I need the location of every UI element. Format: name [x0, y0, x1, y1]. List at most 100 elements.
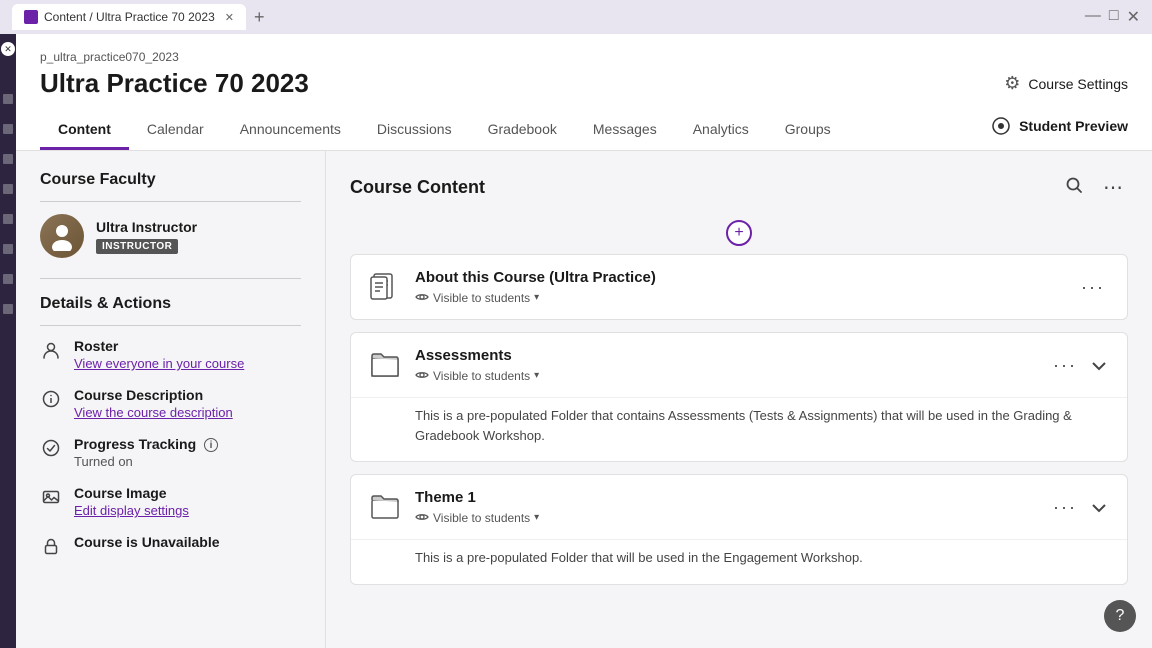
assessments-visibility-text: Visible to students	[433, 369, 530, 383]
theme1-expand-button[interactable]	[1087, 493, 1111, 522]
tab-groups[interactable]: Groups	[767, 111, 849, 150]
check-circle-icon	[40, 437, 62, 459]
content-header: Course Content ⋯	[350, 171, 1128, 204]
browser-window-controls: — □ ✕	[1085, 7, 1140, 27]
eye-icon-about	[415, 290, 429, 305]
browser-chrome: Content / Ultra Practice 70 2023 ✕ + — □…	[0, 0, 1152, 34]
faculty-section-title: Course Faculty	[40, 171, 301, 202]
theme1-item-header: Theme 1 Visible to students ▾	[351, 475, 1127, 539]
content-section-title: Course Content	[350, 177, 485, 198]
divider-1	[40, 278, 301, 279]
help-icon: ?	[1116, 607, 1125, 625]
content-item-about: About this Course (Ultra Practice) Visib…	[350, 254, 1128, 320]
assessments-visibility-caret[interactable]: ▾	[534, 370, 539, 381]
add-content-button[interactable]: +	[726, 220, 752, 246]
student-preview-icon	[991, 116, 1011, 136]
theme1-item-body: This is a pre-populated Folder that will…	[351, 539, 1127, 584]
person-icon	[40, 339, 62, 361]
content-item-theme1: Theme 1 Visible to students ▾	[350, 474, 1128, 585]
folder-icon-theme1	[367, 489, 403, 525]
tab-analytics[interactable]: Analytics	[675, 111, 767, 150]
tab-close-btn[interactable]: ✕	[225, 11, 234, 24]
assessments-item-info: Assessments Visible to students ▾	[415, 347, 1035, 383]
icon-sidebar: ✕	[0, 34, 16, 648]
about-visibility-caret[interactable]: ▾	[534, 292, 539, 303]
more-options-button[interactable]: ⋯	[1099, 171, 1128, 204]
search-button[interactable]	[1061, 172, 1087, 203]
course-id: p_ultra_practice070_2023	[40, 50, 1128, 64]
main-area: p_ultra_practice070_2023 Ultra Practice …	[16, 34, 1152, 648]
doc-icon	[367, 269, 403, 305]
sidebar-close-btn[interactable]: ✕	[1, 42, 15, 56]
browser-maximize[interactable]: □	[1109, 7, 1119, 27]
tab-discussions[interactable]: Discussions	[359, 111, 470, 150]
progress-sub: Turned on	[74, 454, 218, 469]
assessments-visibility-row: Visible to students ▾	[415, 368, 1035, 383]
info-icon	[40, 388, 62, 410]
body-content: Course Faculty Ultra Instructor	[16, 151, 1152, 648]
edit-display-settings-link[interactable]: Edit display settings	[74, 503, 189, 518]
instructor-row: Ultra Instructor INSTRUCTOR	[40, 214, 301, 258]
assessments-expand-button[interactable]	[1087, 351, 1111, 380]
app-wrapper: ✕ p_ultra_practice070_2023 Ultra Practic…	[0, 34, 1152, 648]
description-link[interactable]: View the course description	[74, 405, 233, 420]
tab-calendar[interactable]: Calendar	[129, 111, 222, 150]
roster-link[interactable]: View everyone in your course	[74, 356, 244, 371]
tab-favicon	[24, 10, 38, 24]
about-more-button[interactable]: ···	[1075, 273, 1111, 302]
eye-icon-theme1	[415, 510, 429, 525]
help-button[interactable]: ?	[1104, 600, 1136, 632]
tab-messages[interactable]: Messages	[575, 111, 675, 150]
theme1-visibility-row: Visible to students ▾	[415, 510, 1035, 525]
tab-content[interactable]: Content	[40, 111, 129, 150]
browser-close[interactable]: ✕	[1127, 7, 1140, 27]
search-icon	[1065, 176, 1083, 194]
instructor-badge: INSTRUCTOR	[96, 239, 178, 254]
progress-label: Progress Tracking i	[74, 436, 218, 452]
about-item-info: About this Course (Ultra Practice) Visib…	[415, 269, 1063, 305]
instructor-info: Ultra Instructor INSTRUCTOR	[96, 219, 197, 254]
progress-info-icon[interactable]: i	[204, 438, 218, 452]
assessments-item-body: This is a pre-populated Folder that cont…	[351, 397, 1127, 461]
roster-content: Roster View everyone in your course	[74, 338, 244, 371]
unavailable-content: Course is Unavailable	[74, 534, 220, 550]
assessments-more-button[interactable]: ···	[1047, 351, 1083, 380]
left-panel: Course Faculty Ultra Instructor	[16, 151, 326, 648]
student-preview-label: Student Preview	[1019, 118, 1128, 134]
theme1-visibility-caret[interactable]: ▾	[534, 512, 539, 523]
description-content: Course Description View the course descr…	[74, 387, 233, 420]
folder-icon-assessments	[367, 347, 403, 383]
assessments-item-title: Assessments	[415, 347, 1035, 364]
about-visibility-text: Visible to students	[433, 291, 530, 305]
gear-icon: ⚙	[1004, 73, 1020, 94]
right-panel: Course Content ⋯ +	[326, 151, 1152, 648]
lock-icon	[40, 535, 62, 557]
content-actions: ⋯	[1061, 171, 1128, 204]
course-title: Ultra Practice 70 2023	[40, 68, 309, 99]
tab-announcements[interactable]: Announcements	[222, 111, 359, 150]
new-tab-button[interactable]: +	[254, 8, 265, 26]
about-item-header: About this Course (Ultra Practice) Visib…	[351, 255, 1127, 319]
avatar-image	[40, 214, 84, 258]
assessments-item-header: Assessments Visible to students ▾	[351, 333, 1127, 397]
description-label: Course Description	[74, 387, 233, 403]
theme1-more-button[interactable]: ···	[1047, 493, 1083, 522]
content-item-assessments: Assessments Visible to students ▾	[350, 332, 1128, 462]
about-visibility-row: Visible to students ▾	[415, 290, 1063, 305]
detail-item-description: Course Description View the course descr…	[40, 387, 301, 420]
browser-minimize[interactable]: —	[1085, 7, 1101, 27]
about-item-actions: ···	[1075, 273, 1111, 302]
image-label: Course Image	[74, 485, 189, 501]
tab-label: Content / Ultra Practice 70 2023	[44, 10, 215, 24]
avatar-silhouette	[47, 221, 77, 251]
details-section-title: Details & Actions	[40, 295, 301, 326]
sidebar-nav-icon-3	[3, 154, 13, 164]
theme1-item-actions: ···	[1047, 493, 1111, 522]
progress-content: Progress Tracking i Turned on	[74, 436, 218, 469]
course-settings-button[interactable]: ⚙ Course Settings	[1004, 73, 1128, 94]
tab-gradebook[interactable]: Gradebook	[470, 111, 575, 150]
browser-tab[interactable]: Content / Ultra Practice 70 2023 ✕	[12, 4, 246, 30]
course-header: p_ultra_practice070_2023 Ultra Practice …	[16, 34, 1152, 151]
detail-item-unavailable: Course is Unavailable	[40, 534, 301, 557]
student-preview-button[interactable]: Student Preview	[991, 116, 1128, 146]
